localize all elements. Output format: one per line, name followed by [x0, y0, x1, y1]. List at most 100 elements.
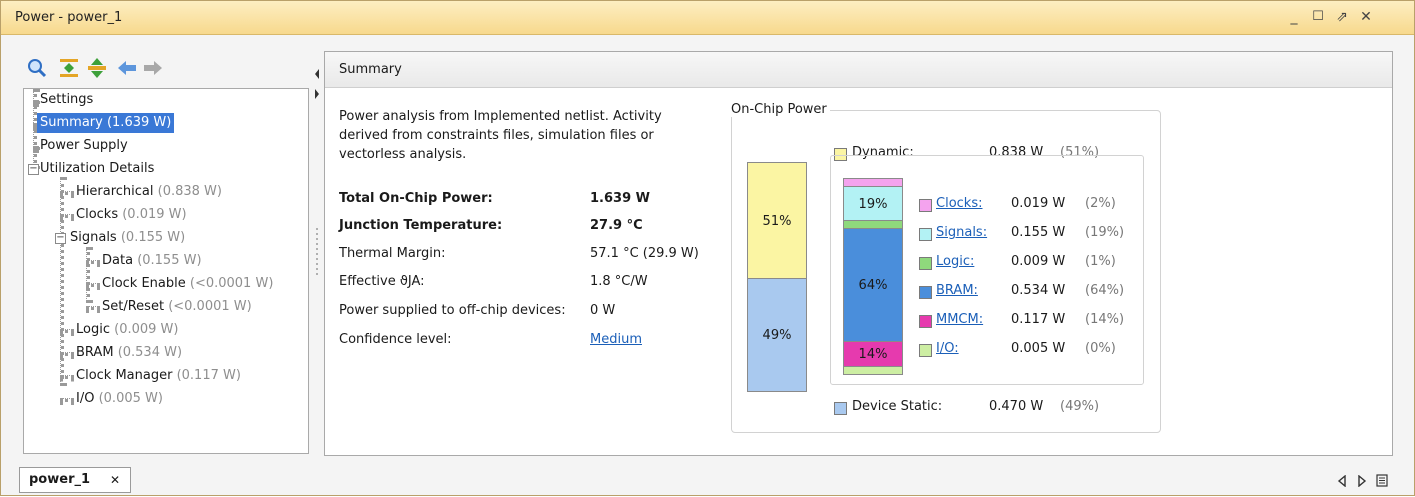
tree-line	[86, 247, 90, 303]
tree-item-value: (0.005 W)	[98, 391, 163, 406]
tree-item-logic[interactable]: Logic (0.009 W)	[76, 320, 178, 340]
tree-item-set-reset[interactable]: Set/Reset (<0.0001 W)	[102, 297, 252, 317]
tree-item-label: Clock Manager	[76, 368, 173, 383]
dynamic-breakdown-segment: 19%	[843, 186, 903, 221]
tree-item-bram[interactable]: BRAM (0.534 W)	[76, 343, 182, 363]
static-label: Device Static:	[852, 399, 943, 414]
tab-power-1[interactable]: power_1 ✕	[19, 467, 131, 493]
tree-item-label: Utilization Details	[40, 161, 155, 176]
tree-item-clock-enable[interactable]: Clock Enable (<0.0001 W)	[102, 274, 273, 294]
static-value: 0.470 W	[989, 399, 1044, 414]
tree-item-value: (0.534 W)	[117, 345, 183, 360]
tree-item-signals[interactable]: Signals (0.155 W)	[70, 228, 185, 248]
maximize-icon[interactable]: ☐	[1308, 7, 1328, 27]
component-swatch	[919, 199, 932, 212]
component-link[interactable]: Clocks:	[936, 196, 982, 211]
search-icon[interactable]	[26, 57, 48, 79]
dynamic-breakdown-segment: 14%	[843, 341, 903, 367]
expand-all-icon[interactable]	[86, 57, 108, 79]
component-link[interactable]: BRAM:	[936, 283, 978, 298]
tree-item-value: (0.019 W)	[122, 207, 187, 222]
component-link[interactable]: Logic:	[936, 254, 974, 269]
component-pct: (19%)	[1085, 225, 1125, 240]
dynamic-breakdown-segment: 64%	[843, 228, 903, 342]
component-swatch	[919, 228, 932, 241]
tree-item-power-supply[interactable]: Power Supply	[40, 136, 128, 156]
tree-item-label: Logic	[76, 322, 110, 337]
restore-icon[interactable]: ⇗	[1332, 7, 1352, 27]
row-value: 1.8 °C/W	[590, 274, 648, 289]
tree-item-label: Data	[102, 253, 134, 268]
close-icon[interactable]: ✕	[1356, 7, 1376, 27]
component-value: 0.155 W	[1011, 225, 1066, 240]
component-pct: (1%)	[1085, 254, 1116, 269]
collapse-all-icon[interactable]	[58, 57, 80, 79]
tree-line	[86, 306, 100, 310]
tree-line	[86, 260, 100, 264]
confidence-level-link[interactable]: Medium	[590, 330, 642, 350]
dynamic-bar-segment: 51%	[747, 162, 807, 279]
summary-tree: Settings Summary (1.639 W) Power Supply …	[23, 88, 309, 454]
tree-item-label: Summary	[40, 115, 103, 130]
minimize-icon[interactable]: _	[1284, 7, 1304, 27]
tree-item-data[interactable]: Data (0.155 W)	[102, 251, 202, 271]
dynamic-breakdown-segment	[843, 366, 903, 375]
component-link[interactable]: I/O:	[936, 341, 959, 356]
row-label: Total On-Chip Power:	[339, 191, 493, 206]
component-link[interactable]: MMCM:	[936, 312, 983, 327]
close-tab-icon[interactable]: ✕	[110, 468, 120, 492]
collapse-toggle-icon[interactable]: −	[55, 233, 66, 244]
dynamic-breakdown-segment-label: 64%	[858, 278, 888, 293]
component-swatch	[919, 315, 932, 328]
tree-item-io[interactable]: I/O (0.005 W)	[76, 389, 163, 409]
tree-item-value: (0.009 W)	[114, 322, 179, 337]
tree-item-utilization-details[interactable]: Utilization Details	[40, 159, 154, 179]
tree-item-value: (<0.0001 W)	[168, 299, 252, 314]
right-arrow-icon[interactable]	[1357, 475, 1367, 487]
tree-item-label: I/O	[76, 391, 95, 406]
tree-item-label: BRAM	[76, 345, 114, 360]
tree-item-hierarchical[interactable]: Hierarchical (0.838 W)	[76, 182, 222, 202]
tree-line	[33, 146, 39, 150]
component-swatch	[919, 257, 932, 270]
tree-line	[60, 214, 74, 218]
power-window: Power - power_1 _ ☐ ⇗ ✕ Settings Summary…	[0, 0, 1415, 496]
tree-item-clocks[interactable]: Clocks (0.019 W)	[76, 205, 187, 225]
dynamic-breakdown-segment-label: 19%	[858, 197, 888, 212]
static-pct: (49%)	[1060, 399, 1100, 414]
row-label: Effective ϑJA:	[339, 274, 425, 289]
component-pct: (2%)	[1085, 196, 1116, 211]
title-bar: Power - power_1 _ ☐ ⇗ ✕	[1, 1, 1414, 35]
component-value: 0.019 W	[1011, 196, 1066, 211]
tree-line	[60, 191, 74, 195]
tree-toolbar	[20, 51, 309, 87]
component-swatch	[919, 344, 932, 357]
summary-header: Summary	[325, 52, 1392, 88]
component-value: 0.534 W	[1011, 283, 1066, 298]
static-bar-label: 49%	[762, 328, 792, 343]
tree-item-label: Signals	[70, 230, 117, 245]
tree-item-summary[interactable]: Summary (1.639 W)	[37, 113, 175, 133]
tree-item-clock-manager[interactable]: Clock Manager (0.117 W)	[76, 366, 241, 386]
tree-item-value: (0.155 W)	[137, 253, 202, 268]
back-arrow-icon[interactable]	[116, 57, 138, 79]
tree-line	[60, 398, 74, 402]
list-icon[interactable]	[1376, 474, 1388, 487]
tree-item-value: (0.155 W)	[120, 230, 186, 245]
summary-pane: Summary Power analysis from Implemented …	[324, 51, 1393, 456]
pane-splitter[interactable]	[311, 51, 323, 456]
tree-item-label: Power Supply	[40, 138, 128, 153]
on-chip-power-title: On-Chip Power	[728, 102, 830, 117]
tree-line	[60, 375, 74, 379]
left-arrow-icon[interactable]	[1337, 475, 1347, 487]
forward-arrow-icon[interactable]	[142, 57, 164, 79]
collapse-toggle-icon[interactable]: −	[28, 164, 39, 175]
component-pct: (14%)	[1085, 312, 1125, 327]
tree-item-settings[interactable]: Settings	[40, 90, 93, 110]
component-value: 0.117 W	[1011, 312, 1066, 327]
tree-item-label: Settings	[40, 92, 94, 107]
component-link[interactable]: Signals:	[936, 225, 987, 240]
tree-line	[33, 100, 39, 104]
tree-item-value: (<0.0001 W)	[189, 276, 274, 291]
tree-item-label: Set/Reset	[102, 299, 165, 314]
